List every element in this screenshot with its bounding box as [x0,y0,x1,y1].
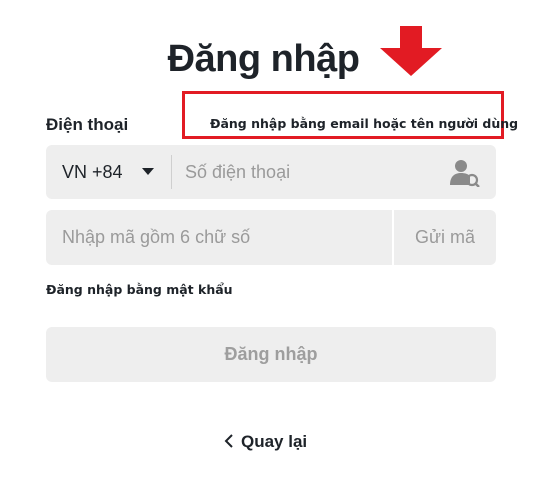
contact-user-icon[interactable] [450,159,480,187]
back-label: Quay lại [241,432,308,451]
caret-down-icon[interactable] [142,168,154,175]
phone-label: Điện thoại [46,115,129,134]
page-title: Đăng nhập [167,38,360,80]
phone-number-input[interactable] [185,145,445,199]
send-code-button[interactable]: Gửi mã [394,210,496,265]
login-page: Đăng nhập Điện thoại Đăng nhập bằng emai… [0,0,537,483]
back-link[interactable]: Quay lại [223,430,307,454]
country-code-select[interactable]: VN +84 [62,145,123,199]
down-arrow-icon [380,26,442,76]
verification-code-input[interactable] [46,210,392,265]
verification-code-group: Gửi mã [46,210,496,265]
phone-input-group: VN +84 [46,145,496,199]
field-divider [171,155,172,189]
login-button[interactable]: Đăng nhập [46,327,496,382]
annotation-highlight-box [182,91,504,139]
chevron-left-icon [224,434,233,448]
password-login-link[interactable]: Đăng nhập bằng mật khẩu [46,282,233,297]
email-login-link[interactable]: Đăng nhập bằng email hoặc tên người dùng [210,116,518,131]
